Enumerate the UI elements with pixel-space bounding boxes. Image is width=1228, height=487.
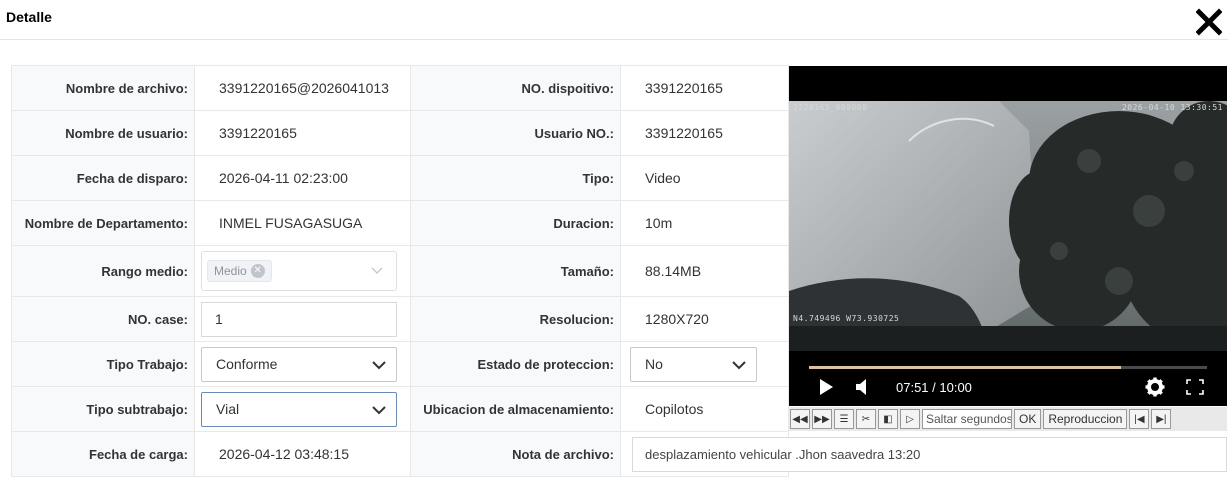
video-frame: 1220165_000000 2026-04-10 13:30:51 N4.74… <box>789 101 1227 351</box>
chevron-down-icon <box>372 360 386 369</box>
dialog-title: Detalle <box>6 9 52 25</box>
label-fecha-disparo: Fecha de disparo: <box>11 155 195 201</box>
label-nota: Nota de archivo: <box>410 431 621 477</box>
value-fecha-disparo: 2026-04-11 02:23:00 <box>194 155 411 201</box>
frame-back-icon[interactable]: ◧ <box>878 409 898 429</box>
chevron-down-icon <box>371 267 383 274</box>
value-duracion: 10m <box>620 200 789 246</box>
estado-proteccion-cell: No <box>620 341 789 387</box>
progress-bar[interactable] <box>809 366 1207 369</box>
tipo-subtrabajo-select[interactable]: Vial <box>201 391 397 427</box>
playback-toolbar: ◀◀ ▶▶ ☰ ✂ ◧ ▷ Saltar segundos OK Reprodu… <box>789 407 1227 431</box>
nota-archivo-input[interactable]: desplazamiento vehicular .Jhon saavedra … <box>632 437 1227 472</box>
skip-start-icon[interactable]: |◀ <box>1129 409 1150 429</box>
tipo-trabajo-cell: Conforme <box>194 341 411 387</box>
no-case-cell: 1 <box>194 296 411 342</box>
rango-medio-select[interactable]: Medio ✕ <box>201 251 397 291</box>
frame-forward-icon[interactable]: ▷ <box>900 409 920 429</box>
ok-button[interactable]: OK <box>1014 409 1042 429</box>
video-controls: 07:51 / 10:00 <box>789 356 1227 406</box>
settings-gear-icon[interactable] <box>1145 377 1165 397</box>
value-resolucion: 1280X720 <box>620 296 789 342</box>
osd-id: 1220165_000000 <box>793 103 868 112</box>
video-player[interactable]: 1220165_000000 2026-04-10 13:30:51 N4.74… <box>789 66 1227 406</box>
label-no-dispositivo: NO. dispoitivo: <box>410 65 621 111</box>
scissors-icon[interactable]: ✂ <box>856 409 876 429</box>
close-icon[interactable] <box>1195 6 1223 36</box>
chevron-down-icon <box>372 405 386 414</box>
osd-timestamp: 2026-04-10 13:30:51 <box>1121 103 1223 112</box>
label-ubicacion: Ubicacion de almacenamiento: <box>410 386 621 432</box>
label-nombre-archivo: Nombre de archivo: <box>11 65 195 111</box>
value-tipo: Video <box>620 155 789 201</box>
volume-icon[interactable] <box>855 378 869 396</box>
dialog-header: Detalle <box>0 0 1228 40</box>
rewind-icon[interactable]: ◀◀ <box>790 409 810 429</box>
rango-medio-tag-label: Medio <box>214 264 247 278</box>
value-fecha-carga: 2026-04-12 03:48:15 <box>194 431 411 477</box>
label-estado-proteccion: Estado de proteccion: <box>410 341 621 387</box>
rango-medio-cell: Medio ✕ <box>194 245 411 297</box>
fast-forward-icon[interactable]: ▶▶ <box>812 409 832 429</box>
value-nombre-archivo: 3391220165@2026041013 <box>194 65 411 111</box>
label-tipo-trabajo: Tipo Trabajo: <box>11 341 195 387</box>
time-display: 07:51 / 10:00 <box>896 380 972 395</box>
tipo-subtrabajo-value: Vial <box>216 400 240 417</box>
tipo-trabajo-select[interactable]: Conforme <box>201 346 397 382</box>
value-usuario-no: 3391220165 <box>620 110 789 156</box>
list-icon[interactable]: ☰ <box>834 409 854 429</box>
fullscreen-icon[interactable] <box>1186 379 1204 395</box>
label-no-case: NO. case: <box>11 296 195 342</box>
tipo-subtrabajo-cell: Vial <box>194 386 411 432</box>
estado-proteccion-select[interactable]: No <box>630 346 757 382</box>
estado-proteccion-value: No <box>645 355 663 372</box>
label-tipo-subtrabajo: Tipo subtrabajo: <box>11 386 195 432</box>
detail-table: Nombre de archivo: 3391220165@2026041013… <box>11 65 789 477</box>
rango-medio-tag: Medio ✕ <box>207 260 272 282</box>
label-usuario-no: Usuario NO.: <box>410 110 621 156</box>
skip-end-icon[interactable]: ▶| <box>1151 409 1172 429</box>
label-tamano: Tamaño: <box>410 245 621 297</box>
osd-gps: N4.749496 W73.930725 <box>793 314 900 323</box>
progress-fill <box>809 366 1122 369</box>
playback-button[interactable]: Reproduccion <box>1043 409 1128 429</box>
value-nombre-usuario: 3391220165 <box>194 110 411 156</box>
label-tipo: Tipo: <box>410 155 621 201</box>
label-duracion: Duracion: <box>410 200 621 246</box>
tipo-trabajo-value: Conforme <box>216 355 278 372</box>
tag-remove-icon[interactable]: ✕ <box>250 264 265 278</box>
value-ubicacion: Copilotos <box>620 386 789 432</box>
label-resolucion: Resolucion: <box>410 296 621 342</box>
chevron-down-icon <box>732 360 746 369</box>
label-nombre-usuario: Nombre de usuario: <box>11 110 195 156</box>
value-departamento: INMEL FUSAGASUGA <box>194 200 411 246</box>
value-tamano: 88.14MB <box>620 245 789 297</box>
play-icon[interactable] <box>818 378 834 396</box>
label-departamento: Nombre de Departamento: <box>11 200 195 246</box>
seek-seconds-input[interactable]: Saltar segundos <box>922 409 1012 429</box>
no-case-input[interactable]: 1 <box>201 301 397 337</box>
value-no-dispositivo: 3391220165 <box>620 65 789 111</box>
label-fecha-carga: Fecha de carga: <box>11 431 195 477</box>
label-rango-medio: Rango medio: <box>11 245 195 297</box>
